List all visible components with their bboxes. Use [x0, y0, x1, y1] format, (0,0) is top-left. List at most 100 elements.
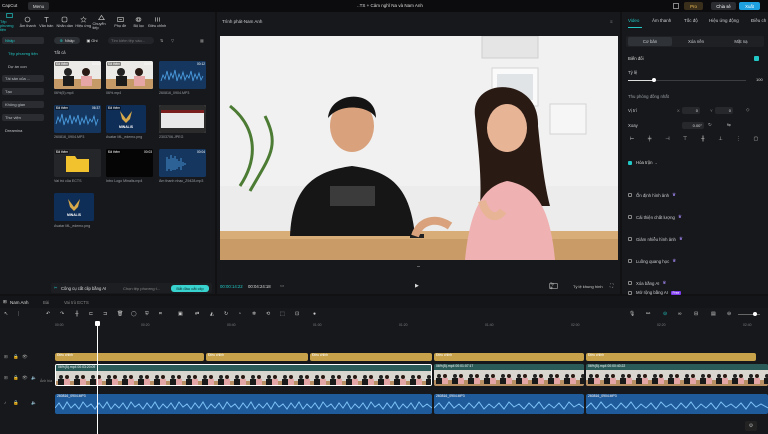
tool-audio[interactable]: Âm thanh: [19, 12, 38, 32]
video-preview[interactable]: [220, 36, 618, 260]
flip-icon[interactable]: ⇄: [195, 311, 199, 317]
linkage-icon[interactable]: ∞: [678, 311, 682, 317]
timeline-subtab-2[interactable]: Vai trò ECTS: [64, 300, 89, 305]
sort-icon[interactable]: ⇅: [160, 38, 163, 43]
align-right-icon[interactable]: ⊣: [663, 135, 671, 143]
nav-create[interactable]: Tạo: [2, 88, 44, 95]
aspect-ratio-button[interactable]: Tỷ lệ khung hình: [573, 284, 603, 289]
link-icon[interactable]: ⚯: [646, 311, 650, 317]
scale-value[interactable]: 100: [756, 77, 763, 82]
align-center-icon[interactable]: ╪: [646, 135, 654, 143]
timeline-tab[interactable]: Nam Anh: [10, 300, 29, 305]
media-item[interactable]: [159, 105, 206, 133]
align-middle-icon[interactable]: ╫: [699, 135, 707, 143]
media-item[interactable]: MINALIS Đã thêm: [106, 105, 146, 133]
rotate-input[interactable]: 0.00°: [682, 122, 704, 129]
speaker-icon[interactable]: 🔈: [31, 375, 37, 381]
fit-icon[interactable]: ▢: [752, 135, 760, 143]
keyframe-icon[interactable]: ◇: [746, 107, 749, 113]
settings-icon[interactable]: ⚙: [745, 421, 757, 431]
media-item[interactable]: Đã thêm 00:03: [54, 61, 101, 89]
undo-icon[interactable]: ↶: [46, 311, 50, 317]
export-button[interactable]: Xuất: [739, 2, 760, 10]
blend-checkbox[interactable]: [628, 160, 632, 165]
lock-icon[interactable]: 🔒: [13, 354, 19, 360]
nav-library[interactable]: Thư viện: [2, 114, 44, 121]
tool-media[interactable]: Tệp phương tiện: [0, 12, 19, 32]
layout-icon[interactable]: [673, 3, 679, 9]
effect-clip[interactable]: Điều chỉnh: [434, 353, 584, 361]
media-item[interactable]: MINALIS: [54, 193, 94, 221]
option-enhance[interactable]: Cải thiện chất lượng ♛: [628, 214, 762, 220]
share-button[interactable]: Chia sẻ: [711, 2, 736, 10]
audio-clip[interactable]: 260816_0904.MP3: [586, 394, 768, 414]
effect-clip[interactable]: Điều chỉnh: [55, 353, 204, 361]
select-tool-icon[interactable]: ↖: [4, 311, 8, 317]
checkbox[interactable]: [628, 237, 632, 241]
track-audio-icon[interactable]: ♪: [4, 400, 6, 405]
nav-media-files[interactable]: Tệp phương tiện: [2, 50, 44, 57]
nav-space[interactable]: Không gian: [2, 101, 44, 108]
import-chip[interactable]: ⊕ Nhập: [54, 37, 80, 44]
checkbox[interactable]: [628, 193, 632, 197]
tool-text[interactable]: Văn bản: [37, 12, 56, 32]
distribute-icon[interactable]: ⋮: [734, 135, 742, 143]
crop-icon[interactable]: ⌗: [159, 311, 162, 317]
media-item[interactable]: Đã thêm: [54, 149, 101, 177]
tool-transitions[interactable]: Chuyển tiếp: [93, 12, 112, 32]
tool-filters[interactable]: Bộ lọc: [130, 12, 149, 32]
option-optical-flow[interactable]: Luồng quang học ♛: [628, 258, 762, 264]
transform-icon[interactable]: ⬚: [280, 311, 285, 317]
menu-button[interactable]: Menu: [28, 2, 49, 10]
subtab-mask[interactable]: Mặt nạ: [720, 37, 762, 46]
reverse-icon[interactable]: ⟲: [266, 311, 270, 317]
video-clip[interactable]: 06%(5).mp4 00:01:07:17: [434, 364, 584, 386]
player-menu-icon[interactable]: ≡: [610, 19, 613, 24]
nav-import[interactable]: Nhập: [2, 37, 44, 44]
speed-icon[interactable]: ◔: [238, 311, 241, 317]
tab-animation[interactable]: Hiệu ứng động: [709, 18, 739, 23]
position-y-input[interactable]: 0: [715, 107, 733, 114]
effect-clip[interactable]: Điều chỉnh: [206, 353, 308, 361]
eye-icon[interactable]: 👁: [22, 354, 28, 360]
grid-view-icon[interactable]: ▦: [200, 38, 204, 43]
effect-clip[interactable]: Điều chỉnh: [586, 353, 756, 361]
align-top-icon[interactable]: ⊤: [681, 135, 689, 143]
crop-frame-icon[interactable]: ⊡: [295, 311, 299, 317]
redo-icon[interactable]: ↷: [60, 311, 64, 317]
checkbox[interactable]: [628, 215, 632, 219]
media-item[interactable]: 00:04: [159, 149, 206, 177]
nav-subproject[interactable]: Dự án con: [2, 63, 44, 70]
checkbox[interactable]: [628, 281, 632, 285]
media-item[interactable]: Đã thêm 00:09: [106, 61, 153, 89]
align-bottom-icon[interactable]: ⊥: [717, 135, 725, 143]
video-clip[interactable]: 06%(5).mp4 00:00:40:22: [586, 364, 768, 386]
option-denoise[interactable]: Giảm nhiễu hình ảnh ♛: [628, 236, 762, 242]
track-video-icon[interactable]: ⊞: [4, 375, 8, 381]
zoom-slider-handle[interactable]: [753, 312, 757, 316]
media-item[interactable]: Đã thêm 00:03: [106, 149, 153, 177]
split-icon[interactable]: ╫: [75, 311, 79, 317]
timeline-subtab-1[interactable]: Bài: [43, 300, 49, 305]
freeze-icon[interactable]: ❄: [252, 311, 256, 317]
media-item[interactable]: 00:12: [159, 61, 206, 89]
rotate-icon[interactable]: ↻: [708, 122, 712, 128]
audio-clip[interactable]: 260816_0904.MP3: [55, 394, 432, 414]
microphone-icon[interactable]: 🎙: [629, 311, 635, 317]
tab-audio[interactable]: Âm thanh: [652, 18, 671, 23]
cover-label[interactable]: Ảnh bìa: [40, 379, 52, 383]
tool-effects[interactable]: Hiệu ứng: [74, 12, 93, 32]
captions-icon[interactable]: ▤: [711, 311, 716, 317]
split-left-icon[interactable]: ⊏: [89, 311, 93, 317]
checkbox[interactable]: [628, 290, 632, 295]
subtab-remove-bg[interactable]: Xóa nền: [674, 37, 718, 46]
playhead[interactable]: [97, 321, 98, 434]
pro-button[interactable]: Pro: [684, 2, 703, 10]
video-clip[interactable]: 06%(5).mp4 00:03:20:09: [55, 364, 432, 386]
filter-icon[interactable]: ▽: [171, 38, 174, 43]
lock-icon[interactable]: 🔒: [13, 375, 19, 381]
ratio-button[interactable]: Tỷ lệ: [549, 282, 558, 290]
preview-axis-icon[interactable]: ⊟: [694, 311, 698, 317]
zoom-out-icon[interactable]: ⊖: [727, 311, 731, 317]
tool-captions[interactable]: Phụ đề: [111, 12, 130, 32]
